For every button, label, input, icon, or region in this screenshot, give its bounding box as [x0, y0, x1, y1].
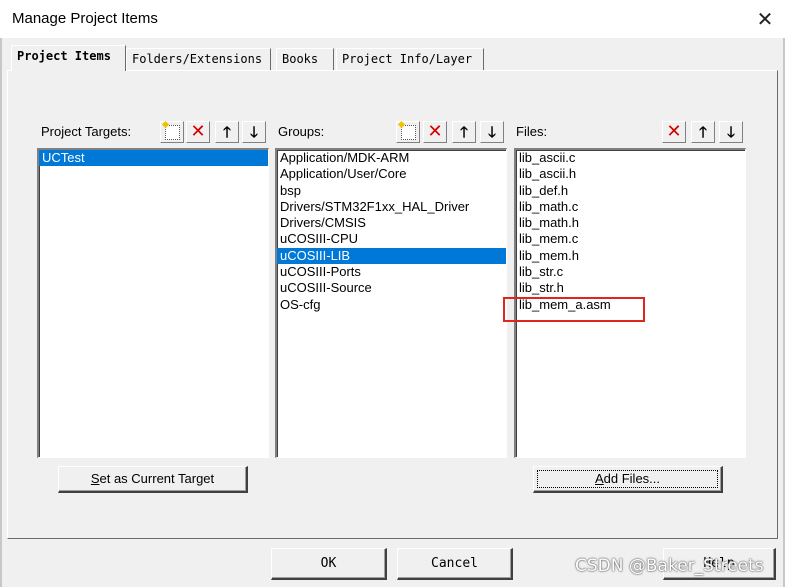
ok-label: OK [320, 556, 337, 571]
list-item-group[interactable]: Application/MDK-ARM [277, 150, 506, 166]
list-item-file[interactable]: lib_math.h [516, 215, 745, 231]
window-title: Manage Project Items [12, 10, 158, 27]
list-item-group[interactable]: uCOSIII-LIB [277, 247, 506, 265]
tab-books[interactable]: Books [276, 48, 334, 70]
focus-rect [537, 470, 718, 488]
ok-button[interactable]: OK [271, 548, 387, 580]
move-down-icon: 🡓 [250, 123, 258, 141]
targets-move-down-button[interactable]: 🡓 [242, 121, 266, 143]
list-item-file[interactable]: lib_mem.c [516, 231, 745, 247]
targets-listbox[interactable]: UCTest [37, 148, 269, 458]
list-item-group[interactable]: uCOSIII-Ports [277, 264, 506, 280]
move-down-icon: 🡓 [727, 123, 735, 141]
set-current-target-label: Set as Current Target [90, 471, 215, 486]
list-item-file[interactable]: lib_ascii.c [516, 150, 745, 166]
files-move-down-button[interactable]: 🡓 [719, 121, 743, 143]
delete-icon: ✕ [427, 121, 443, 142]
list-item-target[interactable]: UCTest [39, 150, 268, 167]
delete-icon: ✕ [190, 121, 206, 142]
move-up-icon: 🡑 [223, 123, 231, 141]
files-delete-button[interactable]: ✕ [662, 121, 686, 143]
targets-new-button[interactable] [160, 121, 184, 143]
groups-label: Groups: [278, 124, 325, 139]
add-files-button[interactable]: Add Files... [533, 466, 723, 493]
targets-delete-button[interactable]: ✕ [186, 121, 210, 143]
delete-icon: ✕ [666, 121, 682, 142]
tab-project-info-layer[interactable]: Project Info/Layer [336, 48, 484, 70]
targets-label: Project Targets: [41, 124, 132, 139]
watermark: CSDN @Baker_Streets [575, 556, 764, 576]
set-current-target-button[interactable]: Set as Current Target [58, 466, 248, 493]
move-down-icon: 🡓 [488, 123, 496, 141]
list-item-file[interactable]: lib_def.h [516, 183, 745, 199]
list-item-group[interactable]: Application/User/Core [277, 166, 506, 182]
move-up-icon: 🡑 [699, 123, 707, 141]
close-icon[interactable]: ✕ [745, 0, 785, 38]
move-up-icon: 🡑 [460, 123, 468, 141]
list-item-group[interactable]: bsp [277, 183, 506, 199]
highlight-box [503, 297, 645, 322]
window-frame-left [0, 38, 2, 587]
list-item-group[interactable]: uCOSIII-Source [277, 280, 506, 296]
new-icon [164, 124, 180, 140]
groups-move-down-button[interactable]: 🡓 [480, 121, 504, 143]
tab-folders-extensions[interactable]: Folders/Extensions [126, 48, 271, 70]
targets-move-up-button[interactable]: 🡑 [215, 121, 239, 143]
list-item-group[interactable]: Drivers/CMSIS [277, 215, 506, 231]
tab-project-items[interactable]: Project Items [11, 45, 126, 71]
list-item-file[interactable]: lib_str.c [516, 264, 745, 280]
groups-new-button[interactable] [396, 121, 420, 143]
list-item-file[interactable]: lib_ascii.h [516, 166, 745, 182]
groups-listbox[interactable]: Application/MDK-ARM Application/User/Cor… [275, 148, 507, 458]
list-item-file[interactable]: lib_mem.h [516, 248, 745, 264]
cancel-button[interactable]: Cancel [397, 548, 513, 580]
groups-move-up-button[interactable]: 🡑 [452, 121, 476, 143]
new-icon [400, 124, 416, 140]
list-item-file[interactable]: lib_math.c [516, 199, 745, 215]
files-label: Files: [516, 124, 548, 139]
list-item-file[interactable]: lib_str.h [516, 280, 745, 296]
cancel-label: Cancel [431, 556, 478, 571]
list-item-group[interactable]: uCOSIII-CPU [277, 231, 506, 247]
list-item-group[interactable]: Drivers/STM32F1xx_HAL_Driver [277, 199, 506, 215]
groups-delete-button[interactable]: ✕ [423, 121, 447, 143]
list-item-group[interactable]: OS-cfg [277, 297, 506, 313]
files-move-up-button[interactable]: 🡑 [691, 121, 715, 143]
